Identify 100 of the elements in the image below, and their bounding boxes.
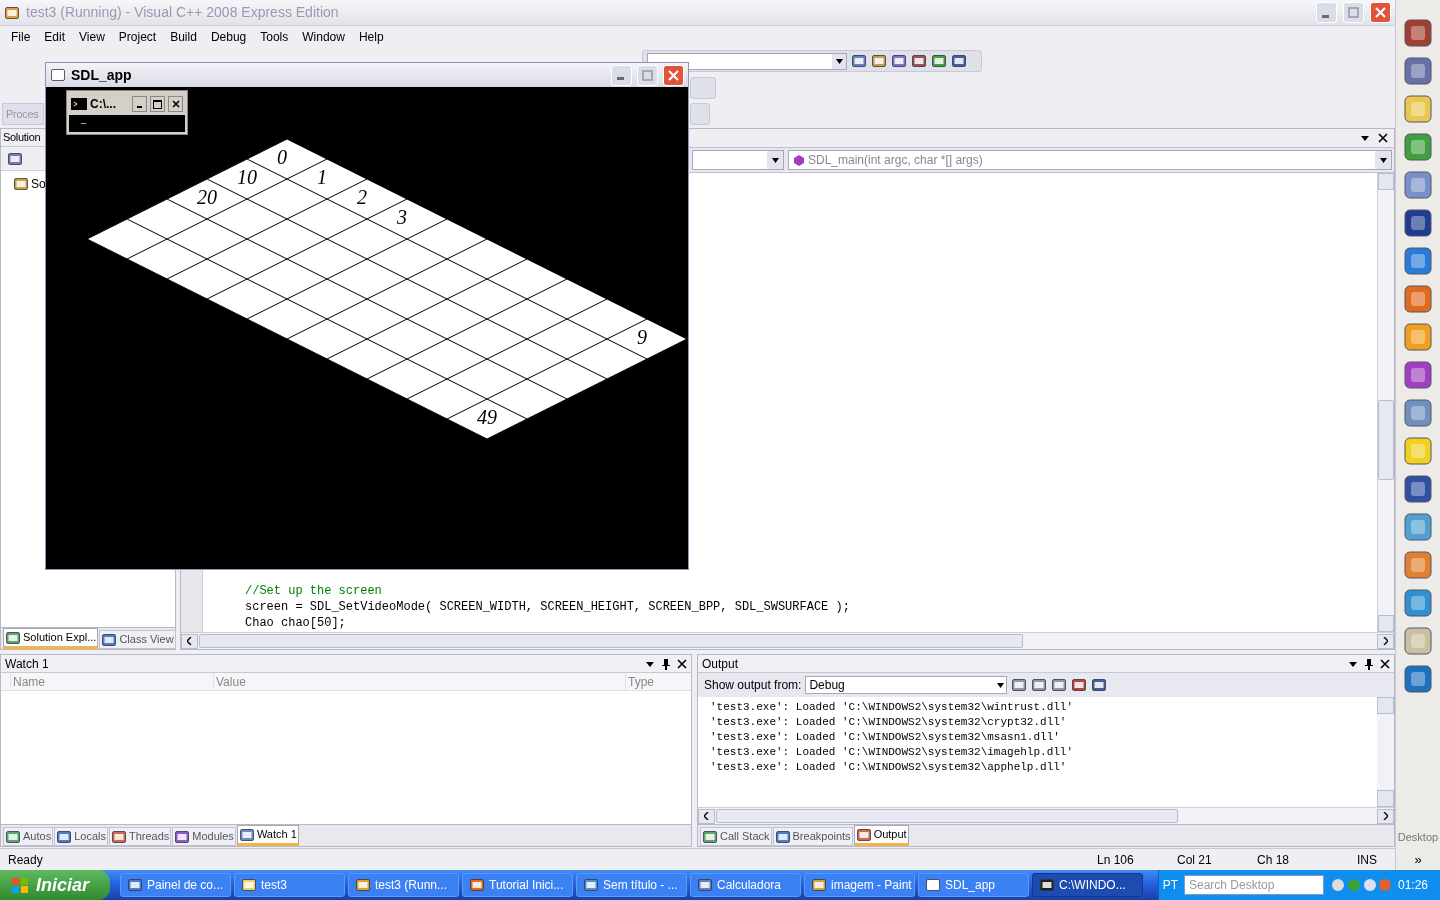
quick-launch-icon[interactable] [1403,18,1433,48]
quick-launch-icon[interactable] [1403,512,1433,542]
code-line: Chao chao[50]; [245,615,347,630]
vertical-scrollbar[interactable] [1377,697,1394,807]
toolbar-icon[interactable] [1071,677,1088,693]
tree-item[interactable]: So [31,175,46,193]
quick-launch-icon[interactable] [1403,284,1433,314]
taskbar-button[interactable]: test3 [234,873,345,897]
tab-icon [110,828,127,845]
quick-launch-icon[interactable] [1403,246,1433,276]
close-icon[interactable] [1378,133,1388,143]
tray-icons-drawing[interactable] [1329,877,1392,893]
pin-icon[interactable] [1364,657,1374,670]
dropdown-arrow-icon[interactable] [771,157,779,163]
taskbar-button[interactable]: Tutorial Inici... [462,873,573,897]
taskbar-button[interactable]: Calculadora [690,873,801,897]
search-field[interactable]: Search Desktop [1183,875,1324,895]
panel-tab[interactable]: Watch 1 [236,825,299,846]
toolbar-strip [690,77,716,99]
output-line: 'test3.exe': Loaded 'C:\WINDOWS2\system32\apphelp.dll' [710,760,1068,774]
dropdown-arrow-icon[interactable] [835,58,843,64]
scroll-left-icon[interactable] [704,812,709,820]
quick-launch-icon[interactable] [1403,132,1433,162]
minimize-button[interactable] [132,96,147,112]
maximize-icon [153,99,162,109]
toolbar-icon[interactable] [1091,677,1108,693]
quick-launch-icon[interactable] [1403,664,1433,694]
toolbar-icon[interactable] [851,53,867,69]
menu-item[interactable]: Window [295,28,352,46]
quick-launch-icon[interactable] [1403,322,1433,352]
quick-launch-icon[interactable] [1403,208,1433,238]
horizontal-scrollbar[interactable] [698,807,1394,824]
taskbar-button[interactable]: Sem título - ... [576,873,687,897]
minimize-icon [1321,14,1329,18]
quick-launch-icon[interactable] [1403,360,1433,390]
toolbar-icon[interactable] [931,53,947,69]
quick-launch-icon[interactable] [1403,436,1433,466]
toolbar-icon[interactable] [871,53,887,69]
menu-item[interactable]: View [72,28,112,46]
dropdown-arrow-icon[interactable] [996,682,1004,688]
tab-icon [174,828,191,845]
panel-tab[interactable]: Breakpoints [772,827,853,846]
panel-title: Solution [3,130,41,146]
window-icon [697,877,713,893]
menu-item[interactable]: Tools [253,28,296,46]
menu-item[interactable]: File [4,28,38,46]
quick-launch-icon[interactable] [1403,94,1433,124]
quick-launch-icon[interactable] [1403,626,1433,656]
more-button[interactable]: » [1414,853,1422,866]
tile-number: 20 [197,187,217,207]
toolbar-icon[interactable] [891,53,907,69]
maximize-button[interactable] [150,96,165,112]
horizontal-scrollbar[interactable] [181,632,1394,649]
close-icon[interactable] [1380,658,1390,669]
source-combo[interactable]: Debug [805,676,1008,694]
vertical-scrollbar[interactable] [1377,173,1394,632]
clock: 01:26 [1397,877,1429,894]
scroll-right-icon[interactable] [1383,812,1388,820]
menu-item[interactable]: Edit [37,28,73,46]
menu-item[interactable]: Build [163,28,204,46]
taskbar-button[interactable]: C:\WINDO... [1032,873,1143,897]
pin-icon[interactable] [661,657,671,670]
panel-tab[interactable]: Class View [99,630,176,649]
menu-item[interactable]: Help [351,28,391,46]
taskbar-button[interactable]: Painel de co... [120,873,231,897]
toolbar-icon[interactable] [911,53,927,69]
taskbar-button[interactable]: imagem - Paint [804,873,915,897]
quick-launch-icon[interactable] [1403,588,1433,618]
quick-launch-icon[interactable] [1403,56,1433,86]
menu-item[interactable]: Project [111,28,164,46]
scroll-left-icon[interactable] [187,637,192,645]
panel-tab[interactable]: Threads [108,827,172,846]
output-line: 'test3.exe': Loaded 'C:\WINDOWS2\system32\wintrust.dll' [710,700,1075,714]
quick-launch-icon[interactable] [1403,474,1433,504]
panel-tab[interactable]: Call Stack [700,827,772,846]
quick-launch-icon[interactable] [1403,550,1433,580]
panel-tab[interactable]: Output [853,825,909,846]
process-label: Proces [6,106,39,122]
close-icon[interactable] [677,658,687,669]
dropdown-icon[interactable] [1360,133,1370,143]
toolbar-icon[interactable] [1051,677,1068,693]
quick-launch-icon[interactable] [1403,170,1433,200]
scroll-right-icon[interactable] [1383,637,1388,645]
toolbar-icon[interactable] [7,150,23,167]
close-icon [171,100,180,108]
toolbar-icon[interactable] [951,53,967,69]
toolbar-icon[interactable] [1011,677,1028,693]
toolbar-icon[interactable] [1031,677,1048,693]
panel-tab[interactable]: Locals [54,827,108,846]
panel-tab[interactable]: Solution Expl... [3,628,99,649]
quick-launch-icon[interactable] [1403,398,1433,428]
close-button[interactable] [168,96,183,112]
toolbar-combo[interactable] [647,52,847,70]
taskbar-button[interactable]: test3 (Runn... [348,873,459,897]
panel-tab[interactable]: Modules [172,827,236,846]
dropdown-arrow-icon[interactable] [1379,157,1387,163]
panel-tab[interactable]: Autos [3,827,54,846]
taskbar-button[interactable]: SDL_app [918,873,1029,897]
function-combo[interactable]: SDL_main(int argc, char *[] args) [788,150,1392,170]
menu-item[interactable]: Debug [203,28,254,46]
